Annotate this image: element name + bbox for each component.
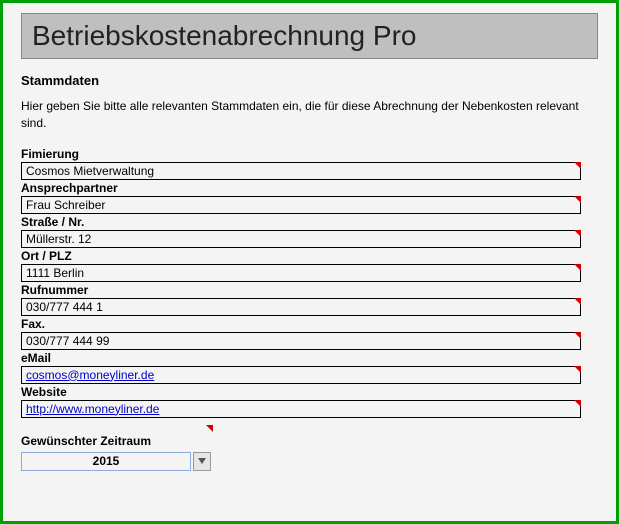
- value-ansprechpartner: Frau Schreiber: [26, 198, 105, 212]
- input-rufnummer[interactable]: 030/777 444 1: [21, 298, 581, 316]
- comment-marker-icon[interactable]: [574, 196, 581, 203]
- comment-marker-icon[interactable]: [574, 264, 581, 271]
- field-rufnummer: Rufnummer 030/777 444 1: [21, 282, 598, 316]
- field-email: eMail cosmos@moneyliner.de: [21, 350, 598, 384]
- value-email[interactable]: cosmos@moneyliner.de: [26, 368, 154, 382]
- comment-marker-icon[interactable]: [574, 366, 581, 373]
- field-fax: Fax. 030/777 444 99: [21, 316, 598, 350]
- label-period: Gewünschter Zeitraum: [21, 434, 201, 448]
- comment-marker-icon[interactable]: [206, 425, 213, 432]
- label-rufnummer: Rufnummer: [21, 282, 598, 298]
- value-website[interactable]: http://www.moneyliner.de: [26, 402, 159, 416]
- input-period[interactable]: 2015: [21, 452, 191, 471]
- input-fimierung[interactable]: Cosmos Mietverwaltung: [21, 162, 581, 180]
- value-strasse: Müllerstr. 12: [26, 232, 91, 246]
- value-fimierung: Cosmos Mietverwaltung: [26, 164, 154, 178]
- input-fax[interactable]: 030/777 444 99: [21, 332, 581, 350]
- spreadsheet-form: Betriebskostenabrechnung Pro Stammdaten …: [0, 0, 619, 524]
- intro-text: Hier geben Sie bitte alle relevanten Sta…: [21, 98, 598, 132]
- label-email: eMail: [21, 350, 598, 366]
- input-email[interactable]: cosmos@moneyliner.de: [21, 366, 581, 384]
- label-ansprechpartner: Ansprechpartner: [21, 180, 598, 196]
- field-strasse: Straße / Nr. Müllerstr. 12: [21, 214, 598, 248]
- label-fimierung: Fimierung: [21, 146, 598, 162]
- label-ort: Ort / PLZ: [21, 248, 598, 264]
- period-dropdown-button[interactable]: [193, 452, 211, 471]
- chevron-down-icon: [198, 458, 206, 464]
- label-website: Website: [21, 384, 598, 400]
- page-title: Betriebskostenabrechnung Pro: [21, 13, 598, 59]
- label-period-text: Gewünschter Zeitraum: [21, 434, 151, 448]
- input-ansprechpartner[interactable]: Frau Schreiber: [21, 196, 581, 214]
- section-heading: Stammdaten: [21, 73, 598, 88]
- label-strasse: Straße / Nr.: [21, 214, 598, 230]
- comment-marker-icon[interactable]: [574, 162, 581, 169]
- label-fax: Fax.: [21, 316, 598, 332]
- value-fax: 030/777 444 99: [26, 334, 109, 348]
- field-website: Website http://www.moneyliner.de: [21, 384, 598, 418]
- input-strasse[interactable]: Müllerstr. 12: [21, 230, 581, 248]
- comment-marker-icon[interactable]: [574, 332, 581, 339]
- label-ansprechpartner-text: Ansprechpartner: [21, 181, 118, 195]
- comment-marker-icon[interactable]: [574, 230, 581, 237]
- comment-marker-icon[interactable]: [574, 400, 581, 407]
- field-fimierung: Fimierung Cosmos Mietverwaltung: [21, 146, 598, 180]
- value-ort: 1111 Berlin: [26, 266, 84, 280]
- input-ort[interactable]: 1111 Berlin: [21, 264, 581, 282]
- input-website[interactable]: http://www.moneyliner.de: [21, 400, 581, 418]
- field-ort: Ort / PLZ 1111 Berlin: [21, 248, 598, 282]
- field-ansprechpartner: Ansprechpartner Frau Schreiber: [21, 180, 598, 214]
- value-rufnummer: 030/777 444 1: [26, 300, 103, 314]
- field-period: Gewünschter Zeitraum 2015: [21, 432, 598, 471]
- comment-marker-icon[interactable]: [574, 298, 581, 305]
